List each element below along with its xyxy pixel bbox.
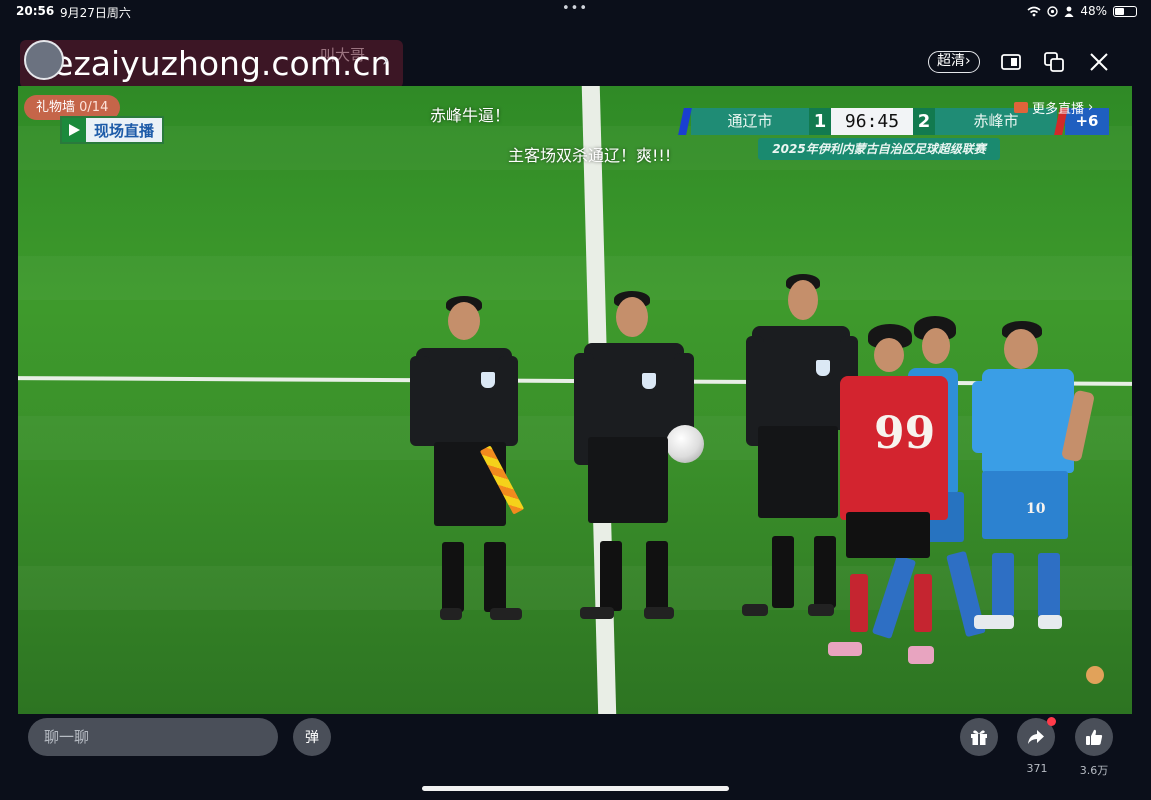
- multitask-dots-icon[interactable]: •••: [562, 1, 588, 16]
- player-number: 10: [1026, 501, 1046, 517]
- head: [1004, 329, 1038, 369]
- close-icon[interactable]: [1088, 51, 1110, 73]
- reaction-emoji-icon: [1086, 666, 1104, 684]
- arm: [410, 356, 430, 446]
- quality-button[interactable]: 超清›: [928, 51, 980, 73]
- home-score: 1: [809, 108, 831, 135]
- head: [922, 328, 950, 364]
- shoe: [828, 642, 862, 656]
- home-team: 通辽市: [691, 108, 809, 135]
- shoe: [644, 607, 674, 619]
- wifi-icon: [1027, 6, 1041, 16]
- chat-input[interactable]: 聊一聊: [28, 718, 278, 756]
- sock: [484, 542, 506, 612]
- shoe: [440, 608, 462, 620]
- live-logo: 现场直播: [60, 116, 164, 144]
- fifa-badge: [481, 372, 495, 388]
- gift-button[interactable]: [960, 718, 998, 756]
- shoe: [490, 608, 522, 620]
- sock: [814, 536, 836, 608]
- float-window-icon[interactable]: [1043, 51, 1065, 73]
- fifa-badge: [642, 373, 656, 389]
- picture-in-picture-icon[interactable]: [1000, 51, 1022, 73]
- league-banner: 2025年伊利内蒙古自治区足球超级联赛: [758, 138, 1000, 160]
- live-video[interactable]: 礼物墙 0/14 现场直播 赤峰牛逼！ 主客场双杀通辽！爽!!! 通辽市 1 9…: [18, 86, 1132, 714]
- chevron-right-icon: ›: [965, 53, 971, 69]
- danmu-toggle-button[interactable]: 弹: [293, 718, 331, 756]
- share-count: 371: [1026, 762, 1048, 775]
- home-flag: [678, 108, 692, 135]
- more-live-label: 更多直播: [1032, 102, 1085, 117]
- sock: [992, 553, 1014, 617]
- head: [788, 280, 818, 320]
- shoe: [1038, 615, 1062, 629]
- fifa-badge: [816, 360, 830, 376]
- sock: [600, 541, 622, 611]
- status-bar: 20:56 9月27日周六 ••• 48%: [0, 0, 1151, 24]
- watermark-text: lezaiyuzhong.com.cn: [44, 44, 392, 83]
- status-indicators: 48%: [1027, 4, 1137, 18]
- sock: [1038, 553, 1060, 617]
- sock: [772, 536, 794, 608]
- shoe: [808, 604, 834, 616]
- home-indicator[interactable]: [422, 786, 729, 791]
- away-shorts: [846, 512, 930, 558]
- sock: [914, 574, 932, 632]
- player-number: 99: [874, 408, 936, 459]
- battery-percent: 48%: [1080, 4, 1107, 18]
- thumbs-up-icon: [1086, 729, 1103, 745]
- head: [874, 338, 904, 372]
- like-count: 3.6万: [1079, 764, 1109, 777]
- shoe: [908, 646, 934, 664]
- like-button[interactable]: [1075, 718, 1113, 756]
- tv-icon: [1014, 102, 1028, 113]
- match-ball: [666, 425, 704, 463]
- battery-fill: [1115, 7, 1125, 15]
- notification-dot: [1047, 717, 1056, 726]
- referee-shirt: [752, 326, 850, 430]
- arm: [498, 356, 518, 446]
- status-date: 9月27日周六: [60, 6, 131, 20]
- host-avatar[interactable]: [24, 40, 64, 80]
- sock: [850, 574, 868, 632]
- chevron-right-icon: ›: [1088, 100, 1094, 115]
- referee-shorts: [588, 437, 668, 523]
- away-score: 2: [913, 108, 935, 135]
- head: [616, 297, 648, 337]
- chevron-right-icon[interactable]: ›: [382, 50, 389, 71]
- shoe: [974, 615, 1014, 629]
- head: [448, 302, 480, 340]
- share-arrow-icon: [1028, 730, 1044, 744]
- play-icon: [62, 118, 86, 142]
- danmaku-comment: 赤峰牛逼！: [430, 106, 511, 125]
- gift-icon: [971, 730, 987, 745]
- more-live-button[interactable]: 更多直播 ›: [1014, 98, 1093, 117]
- referee-shorts: [758, 426, 838, 518]
- shoe: [580, 607, 614, 619]
- quality-label: 超清: [937, 53, 965, 69]
- live-logo-text: 现场直播: [93, 121, 154, 140]
- danmaku-comment: 主客场双杀通辽！爽!!!: [508, 146, 672, 165]
- pitch-stripe: [18, 256, 1132, 300]
- person-icon: [1064, 6, 1074, 17]
- shoe: [742, 604, 768, 616]
- sock: [442, 542, 464, 612]
- gift-wall-count: 0/14: [79, 100, 109, 115]
- home-jersey: [982, 369, 1074, 473]
- location-icon: [1047, 5, 1059, 17]
- sock: [646, 541, 668, 611]
- referee-shirt: [584, 343, 684, 443]
- chat-placeholder: 聊一聊: [44, 728, 90, 746]
- arm: [972, 381, 990, 453]
- home-shorts: [982, 471, 1068, 539]
- watermark-banner: lezaiyuzhong.com.cn: [20, 40, 404, 88]
- match-clock: 96:45: [831, 108, 913, 135]
- gift-wall-label: 礼物墙: [36, 100, 76, 115]
- danmu-button-label: 弹: [305, 730, 319, 746]
- status-time: 20:56: [16, 4, 55, 18]
- battery-icon: [1113, 5, 1137, 17]
